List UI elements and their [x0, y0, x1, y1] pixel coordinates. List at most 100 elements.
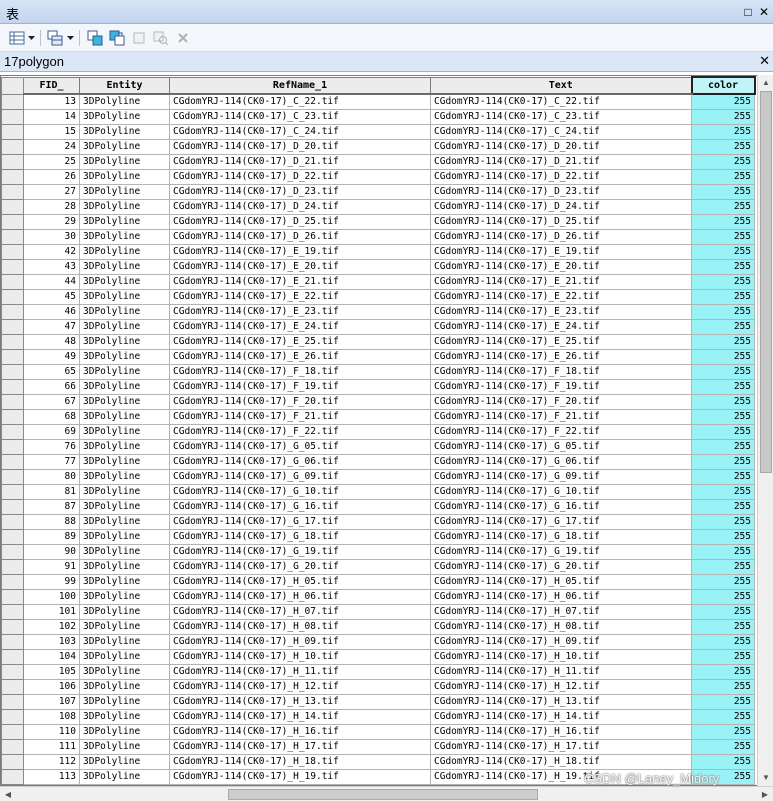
cell-text[interactable]: CGdomYRJ-114(CK0-17)_H_17.tif	[430, 738, 692, 755]
cell-fid[interactable]: 99	[23, 573, 80, 590]
cell-refname[interactable]: CGdomYRJ-114(CK0-17)_F_19.tif	[169, 378, 431, 395]
cell-text[interactable]: CGdomYRJ-114(CK0-17)_D_25.tif	[430, 213, 692, 230]
cell-refname[interactable]: CGdomYRJ-114(CK0-17)_F_18.tif	[169, 363, 431, 380]
cell-refname[interactable]: CGdomYRJ-114(CK0-17)_D_24.tif	[169, 198, 431, 215]
column-header-refname[interactable]: RefName_1	[169, 76, 431, 95]
cell-refname[interactable]: CGdomYRJ-114(CK0-17)_E_23.tif	[169, 303, 431, 320]
cell-text[interactable]: CGdomYRJ-114(CK0-17)_G_05.tif	[430, 438, 692, 455]
cell-color[interactable]: 255	[691, 678, 755, 695]
scroll-right-icon[interactable]: ▶	[757, 787, 773, 801]
row-selector[interactable]	[1, 333, 24, 350]
cell-text[interactable]: CGdomYRJ-114(CK0-17)_E_24.tif	[430, 318, 692, 335]
cell-refname[interactable]: CGdomYRJ-114(CK0-17)_H_06.tif	[169, 588, 431, 605]
table-row[interactable]: 44 3DPolyline CGdomYRJ-114(CK0-17)_E_21.ti…	[1, 273, 755, 290]
cell-refname[interactable]: CGdomYRJ-114(CK0-17)_G_06.tif	[169, 453, 431, 470]
cell-color[interactable]: 255	[691, 243, 755, 260]
cell-refname[interactable]: CGdomYRJ-114(CK0-17)_E_21.tif	[169, 273, 431, 290]
cell-entity[interactable]: 3DPolyline	[79, 333, 170, 350]
cell-fid[interactable]: 101	[23, 603, 80, 620]
cell-color[interactable]: 255	[691, 333, 755, 350]
row-selector[interactable]	[1, 123, 24, 140]
table-row[interactable]: 45 3DPolyline CGdomYRJ-114(CK0-17)_E_22.ti…	[1, 288, 755, 305]
cell-entity[interactable]: 3DPolyline	[79, 573, 170, 590]
row-selector[interactable]	[1, 588, 24, 605]
row-selector[interactable]	[1, 693, 24, 710]
cell-refname[interactable]: CGdomYRJ-114(CK0-17)_H_14.tif	[169, 708, 431, 725]
cell-text[interactable]: CGdomYRJ-114(CK0-17)_E_26.tif	[430, 348, 692, 365]
row-selector[interactable]	[1, 393, 24, 410]
table-row[interactable]: 30 3DPolyline CGdomYRJ-114(CK0-17)_D_26.ti…	[1, 228, 755, 245]
cell-fid[interactable]: 45	[23, 288, 80, 305]
column-header-entity[interactable]: Entity	[79, 76, 170, 95]
cell-refname[interactable]: CGdomYRJ-114(CK0-17)_G_17.tif	[169, 513, 431, 530]
cell-refname[interactable]: CGdomYRJ-114(CK0-17)_H_16.tif	[169, 723, 431, 740]
row-selector[interactable]	[1, 228, 24, 245]
cell-color[interactable]: 255	[691, 663, 755, 680]
cell-entity[interactable]: 3DPolyline	[79, 513, 170, 530]
horizontal-scrollbar[interactable]: ◀ ▶	[0, 786, 773, 801]
cell-text[interactable]: CGdomYRJ-114(CK0-17)_H_06.tif	[430, 588, 692, 605]
close-button[interactable]: ✕	[757, 5, 771, 19]
maximize-button[interactable]: □	[741, 5, 755, 19]
table-row[interactable]: 13 3DPolyline CGdomYRJ-114(CK0-17)_C_22.ti…	[1, 93, 755, 110]
row-selector[interactable]	[1, 558, 24, 575]
cell-fid[interactable]: 30	[23, 228, 80, 245]
cell-entity[interactable]: 3DPolyline	[79, 438, 170, 455]
cell-color[interactable]: 255	[691, 633, 755, 650]
cell-text[interactable]: CGdomYRJ-114(CK0-17)_H_05.tif	[430, 573, 692, 590]
cell-refname[interactable]: CGdomYRJ-114(CK0-17)_H_05.tif	[169, 573, 431, 590]
cell-color[interactable]: 255	[691, 558, 755, 575]
row-selector[interactable]	[1, 453, 24, 470]
cell-fid[interactable]: 89	[23, 528, 80, 545]
table-row[interactable]: 89 3DPolyline CGdomYRJ-114(CK0-17)_G_18.ti…	[1, 528, 755, 545]
row-selector[interactable]	[1, 618, 24, 635]
cell-refname[interactable]: CGdomYRJ-114(CK0-17)_C_23.tif	[169, 108, 431, 125]
cell-refname[interactable]: CGdomYRJ-114(CK0-17)_H_12.tif	[169, 678, 431, 695]
table-row[interactable]: 76 3DPolyline CGdomYRJ-114(CK0-17)_G_05.ti…	[1, 438, 755, 455]
table-row[interactable]: 104 3DPolyline CGdomYRJ-114(CK0-17)_H_10.t…	[1, 648, 755, 665]
cell-refname[interactable]: CGdomYRJ-114(CK0-17)_G_20.tif	[169, 558, 431, 575]
cell-refname[interactable]: CGdomYRJ-114(CK0-17)_H_07.tif	[169, 603, 431, 620]
cell-fid[interactable]: 105	[23, 663, 80, 680]
scroll-down-icon[interactable]: ▼	[758, 770, 773, 786]
row-selector[interactable]	[1, 168, 24, 185]
row-selector[interactable]	[1, 768, 24, 785]
cell-entity[interactable]: 3DPolyline	[79, 258, 170, 275]
cell-refname[interactable]: CGdomYRJ-114(CK0-17)_D_23.tif	[169, 183, 431, 200]
cell-entity[interactable]: 3DPolyline	[79, 213, 170, 230]
cell-color[interactable]: 255	[691, 543, 755, 560]
cell-text[interactable]: CGdomYRJ-114(CK0-17)_D_24.tif	[430, 198, 692, 215]
table-row[interactable]: 77 3DPolyline CGdomYRJ-114(CK0-17)_G_06.ti…	[1, 453, 755, 470]
cell-text[interactable]: CGdomYRJ-114(CK0-17)_E_25.tif	[430, 333, 692, 350]
cell-text[interactable]: CGdomYRJ-114(CK0-17)_G_19.tif	[430, 543, 692, 560]
cell-fid[interactable]: 48	[23, 333, 80, 350]
cell-refname[interactable]: CGdomYRJ-114(CK0-17)_D_26.tif	[169, 228, 431, 245]
table-row[interactable]: 15 3DPolyline CGdomYRJ-114(CK0-17)_C_24.ti…	[1, 123, 755, 140]
cell-fid[interactable]: 25	[23, 153, 80, 170]
cell-color[interactable]: 255	[691, 363, 755, 380]
cell-entity[interactable]: 3DPolyline	[79, 753, 170, 770]
cell-color[interactable]: 255	[691, 573, 755, 590]
select-all-header[interactable]	[1, 76, 24, 95]
cell-fid[interactable]: 81	[23, 483, 80, 500]
cell-fid[interactable]: 14	[23, 108, 80, 125]
cell-refname[interactable]: CGdomYRJ-114(CK0-17)_H_13.tif	[169, 693, 431, 710]
cell-refname[interactable]: CGdomYRJ-114(CK0-17)_D_21.tif	[169, 153, 431, 170]
cell-refname[interactable]: CGdomYRJ-114(CK0-17)_D_25.tif	[169, 213, 431, 230]
cell-entity[interactable]: 3DPolyline	[79, 678, 170, 695]
cell-color[interactable]: 255	[691, 258, 755, 275]
table-row[interactable]: 47 3DPolyline CGdomYRJ-114(CK0-17)_E_24.ti…	[1, 318, 755, 335]
vertical-scroll-thumb[interactable]	[760, 91, 772, 473]
cell-text[interactable]: CGdomYRJ-114(CK0-17)_G_17.tif	[430, 513, 692, 530]
table-row[interactable]: 24 3DPolyline CGdomYRJ-114(CK0-17)_D_20.ti…	[1, 138, 755, 155]
cell-color[interactable]: 255	[691, 153, 755, 170]
row-selector[interactable]	[1, 528, 24, 545]
cell-refname[interactable]: CGdomYRJ-114(CK0-17)_F_22.tif	[169, 423, 431, 440]
cell-refname[interactable]: CGdomYRJ-114(CK0-17)_H_08.tif	[169, 618, 431, 635]
cell-fid[interactable]: 43	[23, 258, 80, 275]
cell-fid[interactable]: 49	[23, 348, 80, 365]
table-row[interactable]: 68 3DPolyline CGdomYRJ-114(CK0-17)_F_21.ti…	[1, 408, 755, 425]
cell-refname[interactable]: CGdomYRJ-114(CK0-17)_G_16.tif	[169, 498, 431, 515]
table-row[interactable]: 107 3DPolyline CGdomYRJ-114(CK0-17)_H_13.t…	[1, 693, 755, 710]
cell-text[interactable]: CGdomYRJ-114(CK0-17)_H_09.tif	[430, 633, 692, 650]
